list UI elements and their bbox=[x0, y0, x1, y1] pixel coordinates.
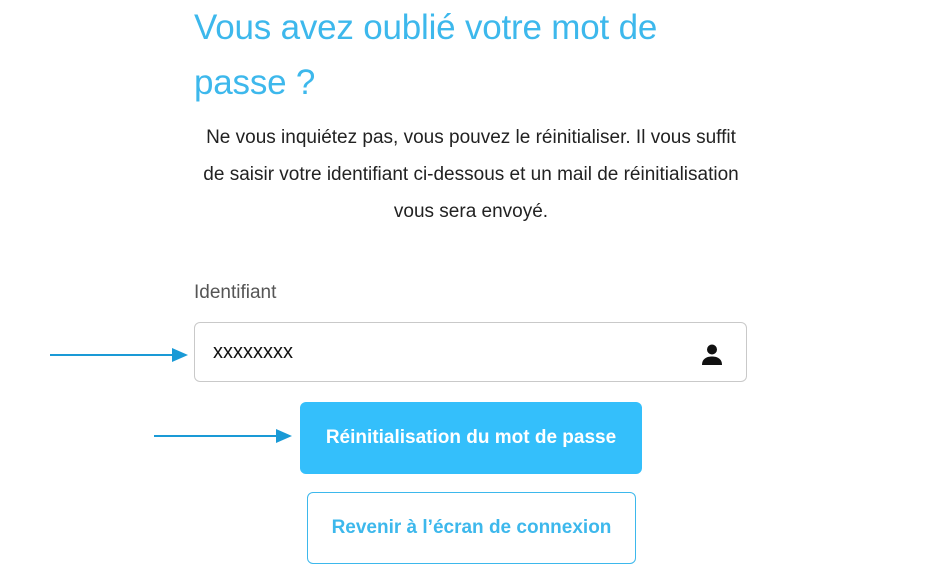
reset-password-button[interactable]: Réinitialisation du mot de passe bbox=[300, 402, 642, 474]
page-intro-text: Ne vous inquiétez pas, vous pouvez le ré… bbox=[203, 127, 739, 222]
identifier-label: Identifiant bbox=[194, 282, 277, 303]
identifier-field-container bbox=[194, 322, 747, 382]
user-icon bbox=[702, 344, 722, 365]
annotation-arrow-input bbox=[50, 348, 188, 362]
page-title: Vous avez oublié votre mot de passe ? bbox=[194, 8, 658, 102]
identifier-input[interactable] bbox=[195, 323, 693, 381]
back-to-login-button[interactable]: Revenir à l’écran de connexion bbox=[307, 492, 636, 564]
annotation-arrow-button bbox=[154, 429, 292, 443]
